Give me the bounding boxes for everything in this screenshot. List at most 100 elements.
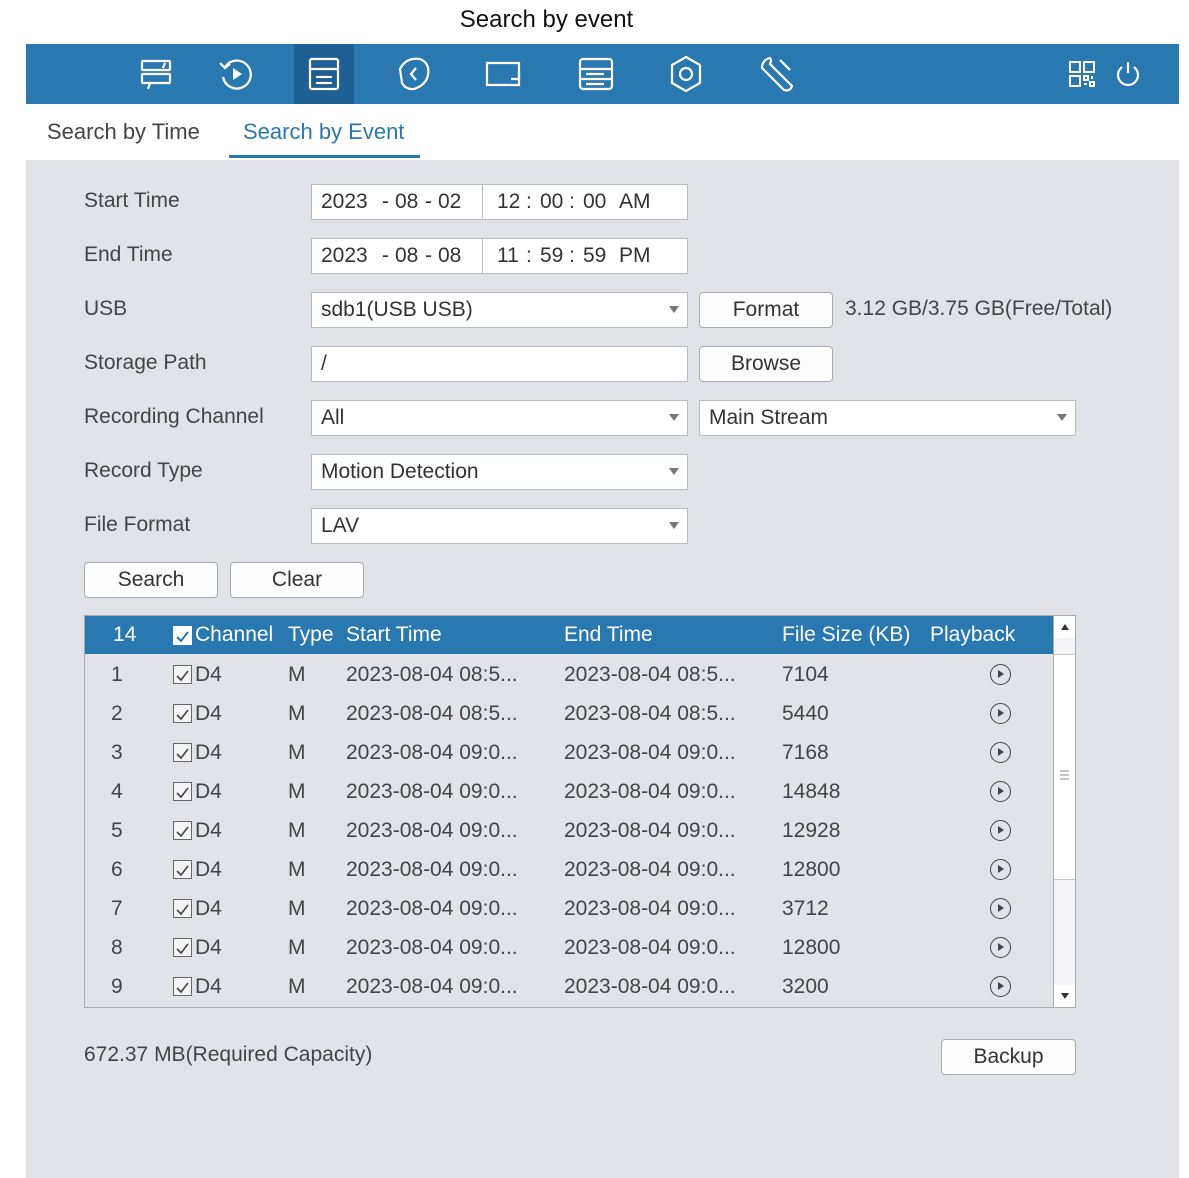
table-row[interactable]: 5 D4 M 2023-08-04 09:0... 2023-08-04 09:0...… <box>85 811 1053 850</box>
table-scrollbar[interactable] <box>1053 616 1075 1007</box>
nav-maintenance[interactable] <box>746 44 806 104</box>
scroll-down-button[interactable] <box>1054 985 1075 1007</box>
table-row[interactable]: 8 D4 M 2023-08-04 09:0... 2023-08-04 09:0...… <box>85 928 1053 967</box>
search-tabs: Search by Time Search by Event <box>26 104 1179 160</box>
end-day[interactable]: 08 <box>438 239 461 273</box>
row-channel: D4 <box>195 663 222 686</box>
start-second[interactable]: 00 <box>583 185 606 219</box>
checkmark-icon <box>176 904 189 916</box>
row-checkbox[interactable] <box>173 704 192 723</box>
play-icon[interactable] <box>990 976 1011 997</box>
row-number: 4 <box>111 780 123 803</box>
browse-button[interactable]: Browse <box>699 346 833 382</box>
nav-settings[interactable] <box>656 44 716 104</box>
row-end-time: 2023-08-04 08:5... <box>564 702 736 725</box>
start-month[interactable]: 08 <box>395 185 418 219</box>
row-checkbox[interactable] <box>173 938 192 957</box>
col-channel[interactable]: Channel <box>195 616 273 654</box>
row-channel: D4 <box>195 897 222 920</box>
settings-icon <box>670 55 702 93</box>
file-format-select[interactable]: LAV <box>311 508 688 544</box>
nav-playback[interactable] <box>206 44 266 104</box>
nav-file-search[interactable] <box>294 44 354 104</box>
col-playback[interactable]: Playback <box>930 616 1015 654</box>
scroll-thumb[interactable] <box>1054 654 1075 880</box>
row-start-time: 2023-08-04 08:5... <box>346 663 518 686</box>
storage-path-input[interactable]: / <box>311 346 688 382</box>
play-icon[interactable] <box>990 937 1011 958</box>
col-type[interactable]: Type <box>288 616 334 654</box>
start-time-field[interactable]: 2023 - 08 - 02 12 : 00 : 00 AM <box>311 184 688 220</box>
row-type: M <box>288 780 306 803</box>
row-number: 6 <box>111 858 123 881</box>
play-icon[interactable] <box>990 820 1011 841</box>
nav-storage[interactable] <box>566 44 626 104</box>
table-row[interactable]: 2 D4 M 2023-08-04 08:5... 2023-08-04 08:5...… <box>85 694 1053 733</box>
qr-code-button[interactable] <box>1062 44 1102 104</box>
play-icon[interactable] <box>990 742 1011 763</box>
row-checkbox[interactable] <box>173 899 192 918</box>
col-end-time[interactable]: End Time <box>564 616 653 654</box>
end-month[interactable]: 08 <box>395 239 418 273</box>
nav-live-view[interactable] <box>126 44 186 104</box>
row-type: M <box>288 975 306 998</box>
backup-button[interactable]: Backup <box>941 1039 1076 1075</box>
format-button[interactable]: Format <box>699 292 833 328</box>
record-type-select[interactable]: Motion Detection <box>311 454 688 490</box>
tab-search-by-event[interactable]: Search by Event <box>228 104 421 160</box>
table-row[interactable]: 3 D4 M 2023-08-04 09:0... 2023-08-04 09:0...… <box>85 733 1053 772</box>
col-start-time[interactable]: Start Time <box>346 616 442 654</box>
row-checkbox[interactable] <box>173 665 192 684</box>
play-icon[interactable] <box>990 703 1011 724</box>
recording-channel-select[interactable]: All <box>311 400 688 436</box>
power-button[interactable] <box>1108 44 1148 104</box>
table-header: 14 Channel Type Start Time End Time File… <box>85 616 1053 654</box>
usb-select[interactable]: sdb1(USB USB) <box>311 292 688 328</box>
start-hour[interactable]: 12 <box>497 185 520 219</box>
tab-search-by-time[interactable]: Search by Time <box>47 104 200 160</box>
usb-capacity: 3.12 GB/3.75 GB(Free/Total) <box>845 297 1113 320</box>
table-row[interactable]: 7 D4 M 2023-08-04 09:0... 2023-08-04 09:0...… <box>85 889 1053 928</box>
nav-camera[interactable] <box>474 44 534 104</box>
play-icon[interactable] <box>990 781 1011 802</box>
start-ampm[interactable]: AM <box>619 185 651 219</box>
end-hour[interactable]: 11 <box>497 239 519 273</box>
row-checkbox[interactable] <box>173 977 192 996</box>
row-channel: D4 <box>195 702 222 725</box>
end-ampm[interactable]: PM <box>619 239 651 273</box>
file-search-icon <box>308 57 340 91</box>
row-checkbox[interactable] <box>173 821 192 840</box>
search-button[interactable]: Search <box>84 562 218 598</box>
start-year[interactable]: 2023 <box>321 185 368 219</box>
play-icon[interactable] <box>990 859 1011 880</box>
scroll-up-button[interactable] <box>1054 616 1075 638</box>
row-file-size: 3712 <box>782 897 829 920</box>
row-file-size: 12800 <box>782 858 841 881</box>
play-icon[interactable] <box>990 898 1011 919</box>
stream-select[interactable]: Main Stream <box>699 400 1076 436</box>
table-row[interactable]: 9 D4 M 2023-08-04 09:0... 2023-08-04 09:0...… <box>85 967 1053 1006</box>
start-minute[interactable]: 00 <box>540 185 563 219</box>
end-second[interactable]: 59 <box>583 239 606 273</box>
table-row[interactable]: 6 D4 M 2023-08-04 09:0... 2023-08-04 09:0...… <box>85 850 1053 889</box>
recording-channel-label: Recording Channel <box>84 405 264 428</box>
row-number: 9 <box>111 975 123 998</box>
end-minute[interactable]: 59 <box>540 239 563 273</box>
table-row[interactable]: 1 D4 M 2023-08-04 08:5... 2023-08-04 08:5...… <box>85 655 1053 694</box>
end-time-field[interactable]: 2023 - 08 - 08 11 : 59 : 59 PM <box>311 238 688 274</box>
live-view-icon <box>140 59 172 90</box>
row-checkbox[interactable] <box>173 743 192 762</box>
nav-smart[interactable] <box>384 44 444 104</box>
start-day[interactable]: 02 <box>438 185 461 219</box>
usb-value: sdb1(USB USB) <box>321 298 473 321</box>
col-file-size[interactable]: File Size (KB) <box>782 616 910 654</box>
play-icon[interactable] <box>990 664 1011 685</box>
table-row[interactable]: 4 D4 M 2023-08-04 09:0... 2023-08-04 09:0...… <box>85 772 1053 811</box>
select-all-checkbox[interactable] <box>173 626 192 645</box>
clear-button[interactable]: Clear <box>230 562 364 598</box>
row-end-time: 2023-08-04 09:0... <box>564 975 736 998</box>
end-year[interactable]: 2023 <box>321 239 368 273</box>
row-checkbox[interactable] <box>173 782 192 801</box>
row-checkbox[interactable] <box>173 860 192 879</box>
row-start-time: 2023-08-04 09:0... <box>346 897 518 920</box>
